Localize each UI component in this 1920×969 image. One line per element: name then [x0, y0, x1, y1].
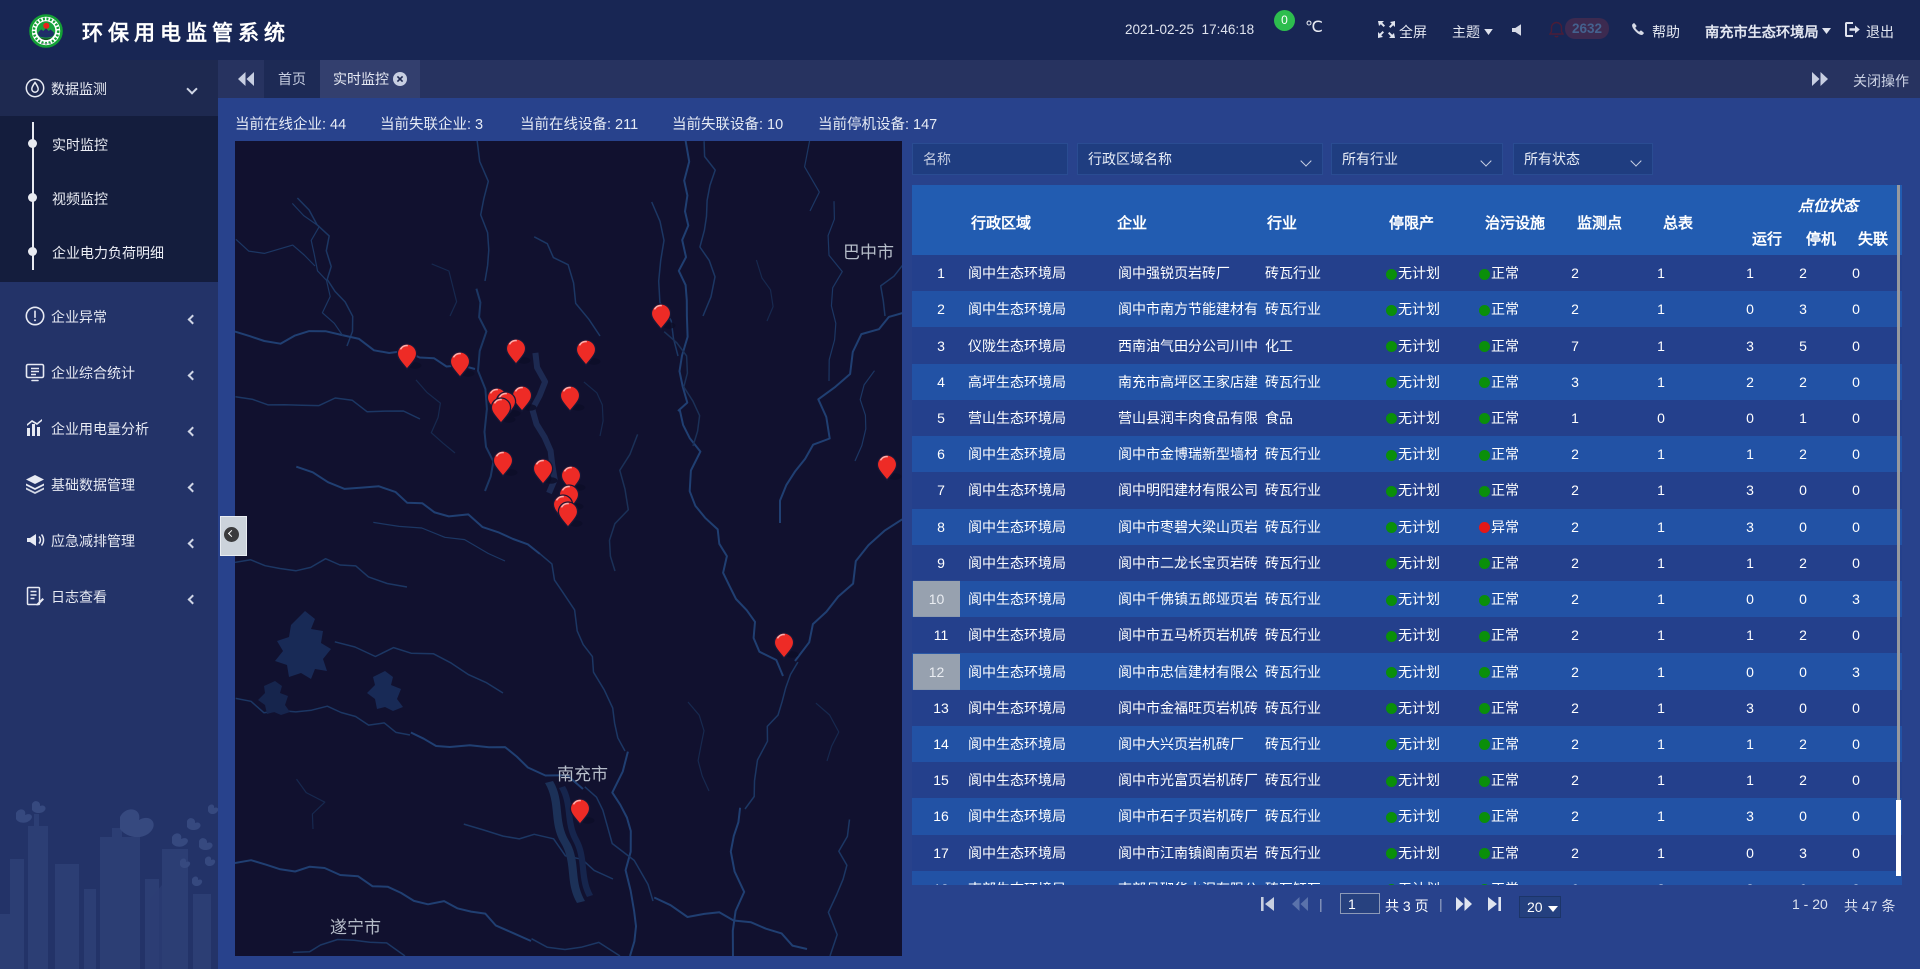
- svg-text:南充市: 南充市: [557, 765, 608, 784]
- svg-text:巴中市: 巴中市: [843, 243, 894, 262]
- svg-text:遂宁市: 遂宁市: [330, 918, 381, 937]
